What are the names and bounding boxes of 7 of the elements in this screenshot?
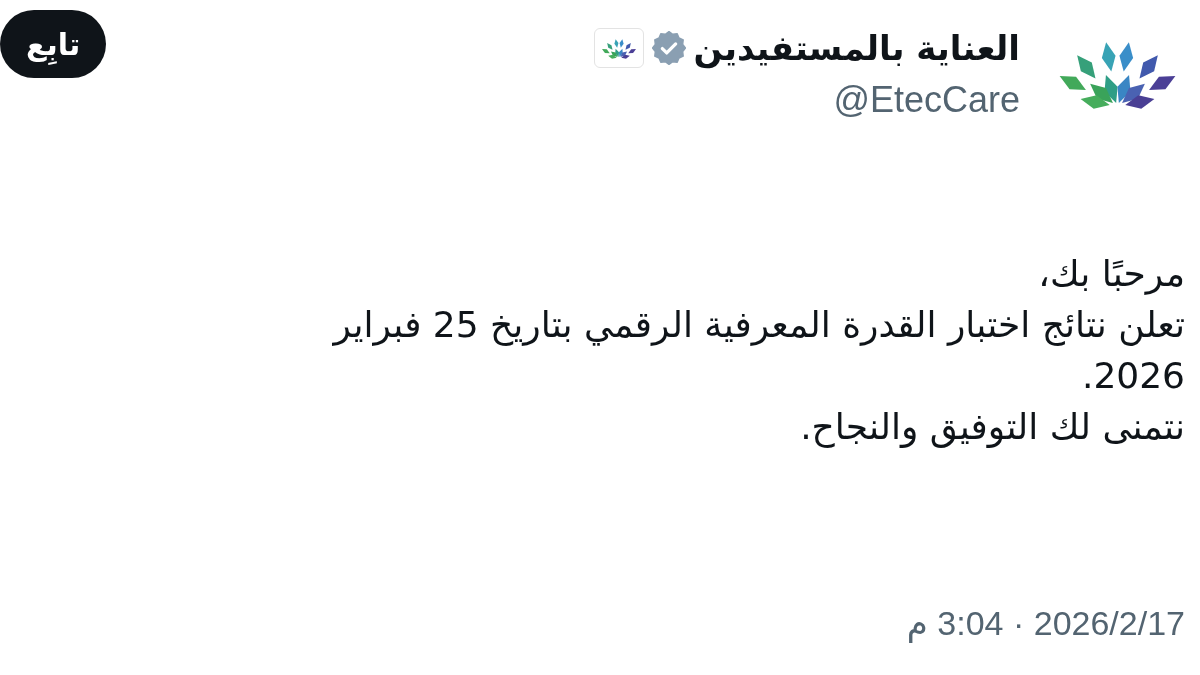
account-name: العناية بالمستفيدين xyxy=(693,27,1020,71)
post-text: تعلن نتائج اختبار القدرة المعرفية الرقمي بتاريخ 25 فبراير 2026. xyxy=(331,303,1185,398)
follow-button[interactable]: تابِع xyxy=(0,10,107,78)
post-timestamp: 2026/2/17 · 3:04 م xyxy=(906,603,1185,645)
account-handle: @EtecCare xyxy=(833,78,1020,122)
post-text: نتمنى لك التوفيق والنجاح. xyxy=(800,405,1185,450)
post-text: مرحبًا بك، xyxy=(1038,252,1185,297)
